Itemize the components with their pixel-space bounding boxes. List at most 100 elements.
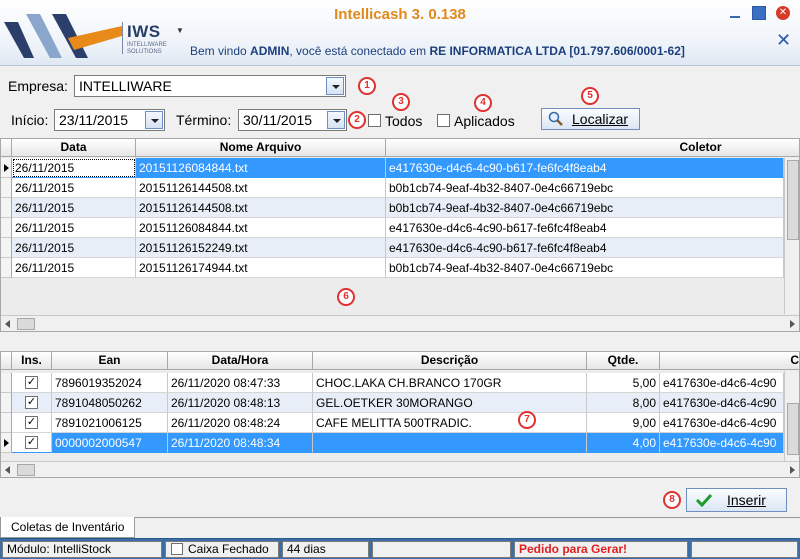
cell-qtde[interactable]: 5,00 [587, 373, 660, 393]
check-icon[interactable]: ✓ [25, 396, 38, 409]
cell-coletor[interactable]: b0b1cb74-9eaf-4b32-8407-0e4c66719ebc [386, 198, 784, 218]
cell-nome-arquivo[interactable]: 20151126174944.txt [136, 258, 386, 278]
cell-data[interactable]: 26/11/2015 [12, 238, 136, 258]
files-col-data[interactable]: Data [12, 139, 136, 157]
scroll-thumb[interactable] [787, 160, 799, 240]
cell-ins[interactable]: ✓ [12, 393, 52, 413]
items-horizontal-scrollbar[interactable] [1, 461, 799, 477]
welcome-mid: , você está conectado em [289, 44, 430, 58]
badge-5: 5 [581, 87, 599, 105]
row-indicator-icon [1, 158, 12, 178]
cell-qtde[interactable]: 9,00 [587, 413, 660, 433]
scroll-left-icon[interactable] [5, 320, 10, 328]
empresa-select[interactable]: INTELLIWARE [74, 75, 346, 97]
app-header: IWS INTELLIWARE SOLUTIONS ▼ Intellicash … [0, 0, 800, 66]
cell-descricao[interactable]: GEL.OETKER 30MORANGO [313, 393, 587, 413]
check-icon[interactable]: ✓ [25, 376, 38, 389]
cell-coletor[interactable]: e417630e-d4c6-4c90 [660, 433, 784, 453]
cell-data-hora[interactable]: 26/11/2020 08:48:34 [168, 433, 313, 453]
scroll-right-icon[interactable] [790, 466, 795, 474]
items-grid: Ins. Ean Data/Hora Descrição Qtde. C ✓ 7… [0, 351, 800, 478]
tab-bar: Coletas de Inventário [0, 517, 800, 538]
cell-ean[interactable]: 7891048050262 [52, 393, 168, 413]
files-col-coletor[interactable]: Coletor [386, 139, 799, 157]
cell-qtde[interactable]: 8,00 [587, 393, 660, 413]
caixa-checkbox [171, 543, 183, 555]
minimize-icon[interactable] [728, 6, 742, 20]
files-horizontal-scrollbar[interactable] [1, 315, 799, 331]
cell-coletor[interactable]: e417630e-d4c6-4c90 [660, 413, 784, 433]
cell-data-hora[interactable]: 26/11/2020 08:48:13 [168, 393, 313, 413]
scroll-right-icon[interactable] [790, 320, 795, 328]
cell-data[interactable]: 26/11/2015 [12, 198, 136, 218]
cell-data[interactable]: 26/11/2015 [12, 178, 136, 198]
items-col-qtde[interactable]: Qtde. [587, 352, 660, 370]
cell-nome-arquivo[interactable]: 20151126152249.txt [136, 238, 386, 258]
localizar-button[interactable]: Localizar [541, 108, 640, 130]
cell-data-hora[interactable]: 26/11/2020 08:48:24 [168, 413, 313, 433]
cell-nome-arquivo[interactable]: 20151126144508.txt [136, 198, 386, 218]
chevron-down-icon[interactable] [326, 77, 344, 95]
cell-nome-arquivo[interactable]: 20151126084844.txt [136, 218, 386, 238]
todos-checkbox[interactable] [368, 114, 381, 127]
files-col-nome-arquivo[interactable]: Nome Arquivo [136, 139, 386, 157]
cell-nome-arquivo[interactable]: 20151126144508.txt [136, 178, 386, 198]
cell-coletor[interactable]: e417630e-d4c6-4c90 [660, 393, 784, 413]
cell-qtde[interactable]: 4,00 [587, 433, 660, 453]
cell-ins[interactable]: ✓ [12, 373, 52, 393]
items-col-data-hora[interactable]: Data/Hora [168, 352, 313, 370]
cell-data[interactable]: 26/11/2015 [12, 258, 136, 278]
termino-date-picker[interactable]: 30/11/2015 [238, 109, 347, 131]
cell-coletor[interactable]: e417630e-d4c6-4c90-b617-fe6fc4f8eab4 [386, 218, 784, 238]
empresa-label: Empresa: [8, 78, 68, 94]
cell-ins[interactable]: ✓ [12, 413, 52, 433]
localizar-label: Localizar [572, 111, 629, 127]
scroll-thumb[interactable] [17, 318, 35, 330]
inserir-button[interactable]: Inserir [686, 488, 787, 512]
inserir-label: Inserir [727, 492, 766, 508]
status-modulo: Módulo: IntelliStock [2, 541, 162, 558]
cell-data[interactable]: 26/11/2015 [12, 158, 136, 178]
tab-coletas-inventario[interactable]: Coletas de Inventário [0, 517, 136, 538]
cell-data[interactable]: 26/11/2015 [12, 218, 136, 238]
check-icon[interactable]: ✓ [25, 436, 38, 449]
files-vertical-scrollbar[interactable] [784, 158, 799, 314]
items-col-ean[interactable]: Ean [52, 352, 168, 370]
inicio-value: 23/11/2015 [59, 112, 129, 128]
cell-descricao[interactable] [313, 433, 587, 453]
chevron-down-icon[interactable] [145, 111, 163, 129]
inicio-date-picker[interactable]: 23/11/2015 [54, 109, 165, 131]
cell-coletor[interactable]: e417630e-d4c6-4c90 [660, 373, 784, 393]
aplicados-checkbox[interactable] [437, 114, 450, 127]
termino-value: 30/11/2015 [243, 112, 313, 128]
cell-data-hora[interactable]: 26/11/2020 08:47:33 [168, 373, 313, 393]
items-col-coletor[interactable]: C [660, 352, 799, 370]
cell-ean[interactable]: 0000002000547 [52, 433, 168, 453]
cell-coletor[interactable]: e417630e-d4c6-4c90-b617-fe6fc4f8eab4 [386, 238, 784, 258]
cell-descricao[interactable]: CAFE MELITTA 500TRADIC. [313, 413, 587, 433]
cell-ean[interactable]: 7896019352024 [52, 373, 168, 393]
close-icon[interactable]: ✕ [776, 6, 790, 20]
logo-subtitle: INTELLIWARE SOLUTIONS [127, 42, 167, 55]
scroll-thumb[interactable] [787, 403, 799, 455]
logo-menu-arrow-icon[interactable]: ▼ [176, 26, 184, 35]
cell-ins[interactable]: ✓ [12, 433, 52, 453]
cell-coletor[interactable]: e417630e-d4c6-4c90-b617-fe6fc4f8eab4 [386, 158, 784, 178]
items-vertical-scrollbar[interactable] [784, 371, 799, 461]
maximize-icon[interactable] [752, 6, 766, 20]
scroll-thumb[interactable] [17, 464, 35, 476]
cell-ean[interactable]: 7891021006125 [52, 413, 168, 433]
cell-coletor[interactable]: b0b1cb74-9eaf-4b32-8407-0e4c66719ebc [386, 178, 784, 198]
items-col-ins[interactable]: Ins. [12, 352, 52, 370]
scroll-left-icon[interactable] [5, 466, 10, 474]
status-caixa-label: Caixa Fechado [188, 542, 269, 556]
cell-nome-arquivo[interactable]: 20151126084844.txt [136, 158, 386, 178]
chevron-down-icon[interactable] [327, 111, 345, 129]
inicio-label: Início: [11, 112, 49, 128]
items-col-descricao[interactable]: Descrição [313, 352, 587, 370]
check-icon[interactable]: ✓ [25, 416, 38, 429]
row-indicator [1, 238, 12, 258]
close-form-icon[interactable]: ✕ [776, 30, 791, 51]
cell-descricao[interactable]: CHOC.LAKA CH.BRANCO 170GR [313, 373, 587, 393]
cell-coletor[interactable]: b0b1cb74-9eaf-4b32-8407-0e4c66719ebc [386, 258, 784, 278]
